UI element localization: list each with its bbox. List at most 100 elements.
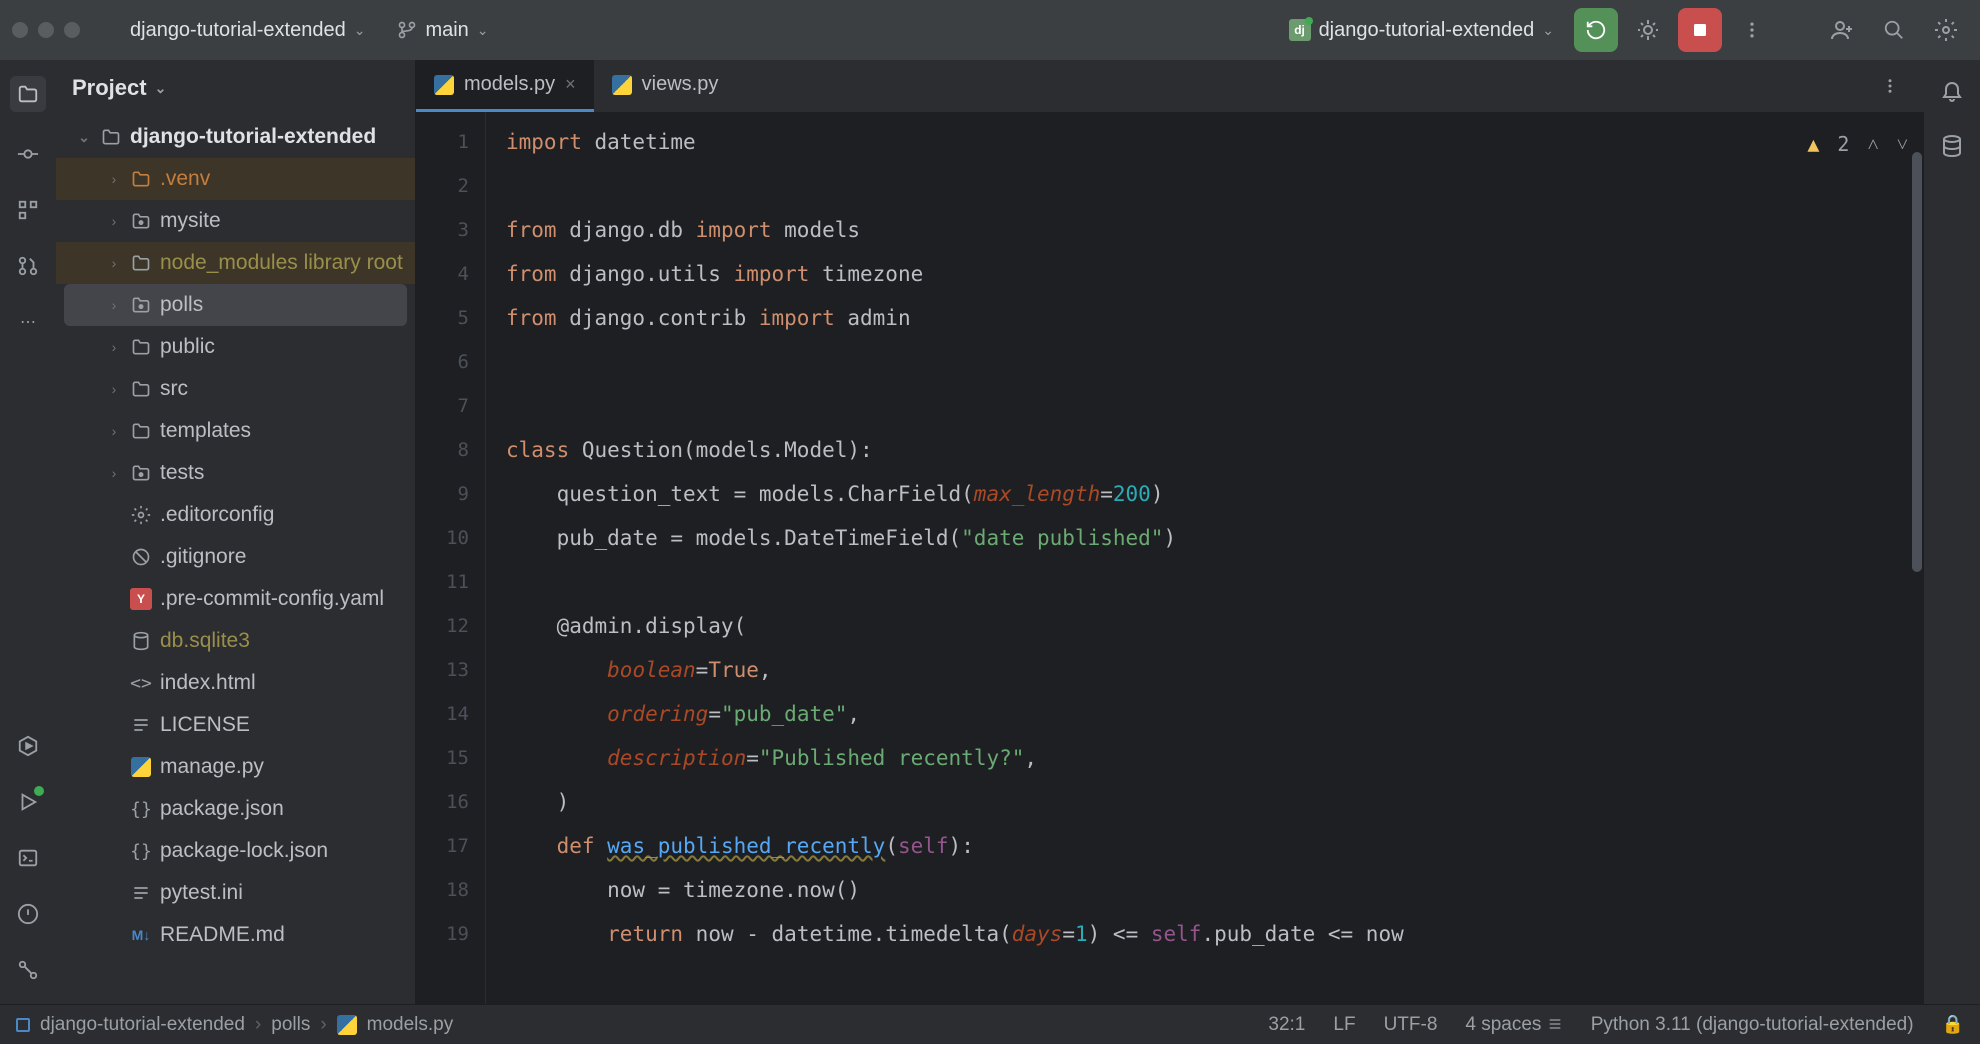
tree-row[interactable]: ›public <box>56 326 415 368</box>
pull-requests-tool[interactable] <box>14 252 42 280</box>
line-number[interactable]: 18 <box>416 868 485 912</box>
code-line[interactable]: import datetime <box>506 120 1924 164</box>
line-number[interactable]: 9 <box>416 472 485 516</box>
terminal-tool[interactable] <box>14 844 42 872</box>
more-actions[interactable] <box>1730 8 1774 52</box>
run-config-selector[interactable]: dj django-tutorial-extended ⌄ <box>1277 13 1566 48</box>
code-line[interactable]: ) <box>506 780 1924 824</box>
code-line[interactable]: def was_published_recently(self): <box>506 824 1924 868</box>
code-line[interactable]: pub_date = models.DateTimeField("date pu… <box>506 516 1924 560</box>
code-line[interactable]: from django.utils import timezone <box>506 252 1924 296</box>
line-number[interactable]: 5 <box>416 296 485 340</box>
code-with-me[interactable] <box>1820 8 1864 52</box>
tree-row[interactable]: .editorconfig <box>56 494 415 536</box>
tree-row[interactable]: M↓README.md <box>56 914 415 956</box>
expand-chevron-icon[interactable]: ⌄ <box>76 129 92 146</box>
expand-chevron-icon[interactable]: › <box>106 255 122 271</box>
tree-row[interactable]: ⌄django-tutorial-extended <box>56 116 415 158</box>
project-tool[interactable] <box>10 76 46 112</box>
line-number[interactable]: 6 <box>416 340 485 384</box>
code-line[interactable]: from django.db import models <box>506 208 1924 252</box>
line-number[interactable]: 3 <box>416 208 485 252</box>
prev-highlight[interactable]: ˄ <box>1867 122 1878 166</box>
line-number[interactable]: 16 <box>416 780 485 824</box>
lock-icon[interactable]: 🔒 <box>1942 1014 1964 1035</box>
run-button[interactable] <box>1574 8 1618 52</box>
run-tool[interactable] <box>14 788 42 816</box>
code-line[interactable] <box>506 164 1924 208</box>
tree-row[interactable]: ›src <box>56 368 415 410</box>
close-window[interactable] <box>12 22 28 38</box>
line-number-gutter[interactable]: 12345678910111213141516171819 <box>416 112 486 1004</box>
more-tools[interactable]: ⋯ <box>14 308 42 336</box>
structure-tool[interactable] <box>14 196 42 224</box>
code-line[interactable] <box>506 340 1924 384</box>
vcs-branch[interactable]: main ⌄ <box>385 13 500 48</box>
line-number[interactable]: 1 <box>416 120 485 164</box>
stop-button[interactable] <box>1678 8 1722 52</box>
services-tool[interactable] <box>14 732 42 760</box>
vcs-tool[interactable] <box>14 956 42 984</box>
editor-tab[interactable]: models.py× <box>416 60 594 112</box>
tree-row[interactable]: db.sqlite3 <box>56 620 415 662</box>
tree-row[interactable]: Y.pre-commit-config.yaml <box>56 578 415 620</box>
scroll-track[interactable] <box>1910 112 1924 1004</box>
line-number[interactable]: 8 <box>416 428 485 472</box>
expand-chevron-icon[interactable]: › <box>106 171 122 187</box>
breadcrumb-root[interactable]: django-tutorial-extended <box>40 1014 245 1036</box>
database-tool[interactable] <box>1938 132 1966 160</box>
expand-chevron-icon[interactable]: › <box>106 381 122 397</box>
commit-tool[interactable] <box>14 140 42 168</box>
code-line[interactable]: class Question(models.Model): <box>506 428 1924 472</box>
python-interpreter[interactable]: Python 3.11 (django-tutorial-extended) <box>1591 1014 1914 1036</box>
line-number[interactable]: 12 <box>416 604 485 648</box>
code-line[interactable]: question_text = models.CharField(max_len… <box>506 472 1924 516</box>
tree-row[interactable]: LICENSE <box>56 704 415 746</box>
expand-chevron-icon[interactable]: › <box>106 297 122 313</box>
tree-row[interactable]: <>index.html <box>56 662 415 704</box>
line-number[interactable]: 2 <box>416 164 485 208</box>
code-line[interactable]: return now - datetime.timedelta(days=1) … <box>506 912 1924 956</box>
tree-row[interactable]: ›polls <box>64 284 407 326</box>
settings[interactable] <box>1924 8 1968 52</box>
line-number[interactable]: 4 <box>416 252 485 296</box>
editor-tab[interactable]: views.py <box>594 60 737 112</box>
code-editor[interactable]: ▲ 2 ˄ ˅ import datetime from django.db im… <box>486 112 1924 1004</box>
line-number[interactable]: 15 <box>416 736 485 780</box>
scroll-thumb[interactable] <box>1912 152 1922 572</box>
problems-tool[interactable] <box>14 900 42 928</box>
code-line[interactable] <box>506 560 1924 604</box>
line-number[interactable]: 7 <box>416 384 485 428</box>
tree-row[interactable]: ›.venv <box>56 158 415 200</box>
breadcrumb-file[interactable]: models.py <box>367 1014 454 1036</box>
tool-window-toggle-icon[interactable] <box>16 1018 30 1032</box>
code-line[interactable]: description="Published recently?", <box>506 736 1924 780</box>
indent-settings[interactable]: 4 spaces <box>1465 1014 1562 1036</box>
tree-row[interactable]: {}package.json <box>56 788 415 830</box>
debug-button[interactable] <box>1626 8 1670 52</box>
tree-row[interactable]: .gitignore <box>56 536 415 578</box>
line-number[interactable]: 10 <box>416 516 485 560</box>
code-line[interactable] <box>506 384 1924 428</box>
zoom-window[interactable] <box>64 22 80 38</box>
code-line[interactable]: @admin.display( <box>506 604 1924 648</box>
line-separator[interactable]: LF <box>1333 1014 1355 1036</box>
code-line[interactable]: boolean=True, <box>506 648 1924 692</box>
file-encoding[interactable]: UTF-8 <box>1384 1014 1438 1036</box>
expand-chevron-icon[interactable]: › <box>106 423 122 439</box>
tree-row[interactable]: ›templates <box>56 410 415 452</box>
expand-chevron-icon[interactable]: › <box>106 339 122 355</box>
breadcrumb-folder[interactable]: polls <box>271 1014 310 1036</box>
code-line[interactable]: ordering="pub_date", <box>506 692 1924 736</box>
inspection-widget[interactable]: ▲ 2 ˄ ˅ <box>1807 122 1908 166</box>
cursor-position[interactable]: 32:1 <box>1268 1014 1305 1036</box>
line-number[interactable]: 13 <box>416 648 485 692</box>
tab-actions[interactable] <box>1868 64 1912 108</box>
minimize-window[interactable] <box>38 22 54 38</box>
line-number[interactable]: 17 <box>416 824 485 868</box>
tree-row[interactable]: ›tests <box>56 452 415 494</box>
project-panel-header[interactable]: Project ⌄ <box>56 60 415 116</box>
code-line[interactable]: from django.contrib import admin <box>506 296 1924 340</box>
tree-row[interactable]: pytest.ini <box>56 872 415 914</box>
close-tab-icon[interactable]: × <box>565 74 576 95</box>
